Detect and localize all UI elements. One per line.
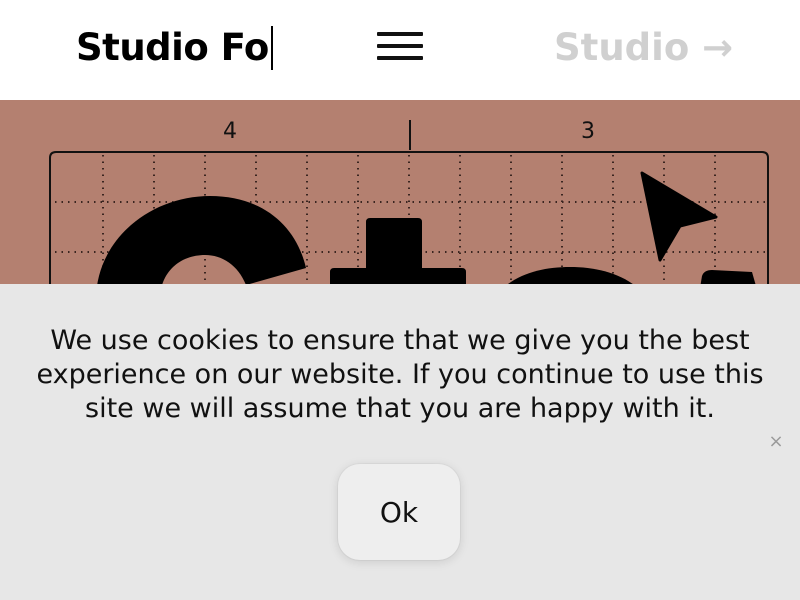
close-icon[interactable]: × <box>766 432 786 452</box>
ruler-label-3: 3 <box>581 119 595 144</box>
site-header: Studio Fo Studio → <box>0 0 800 100</box>
cookie-banner: We use cookies to ensure that we give yo… <box>0 284 800 600</box>
hero-graphic: 4 3 <box>49 119 769 300</box>
cursor-arrow-icon <box>640 171 718 262</box>
ruler-label-4: 4 <box>223 119 237 144</box>
next-project-link[interactable]: Studio → <box>554 26 733 70</box>
brand-text: Studio Fo <box>76 26 269 69</box>
menu-icon[interactable] <box>377 32 423 62</box>
hero-image: 4 3 <box>0 100 800 300</box>
text-caret <box>270 26 273 70</box>
brand-logo[interactable]: Studio Fo <box>76 26 273 70</box>
ok-button[interactable]: Ok <box>338 464 460 560</box>
cookie-message: We use cookies to ensure that we give yo… <box>36 325 764 424</box>
